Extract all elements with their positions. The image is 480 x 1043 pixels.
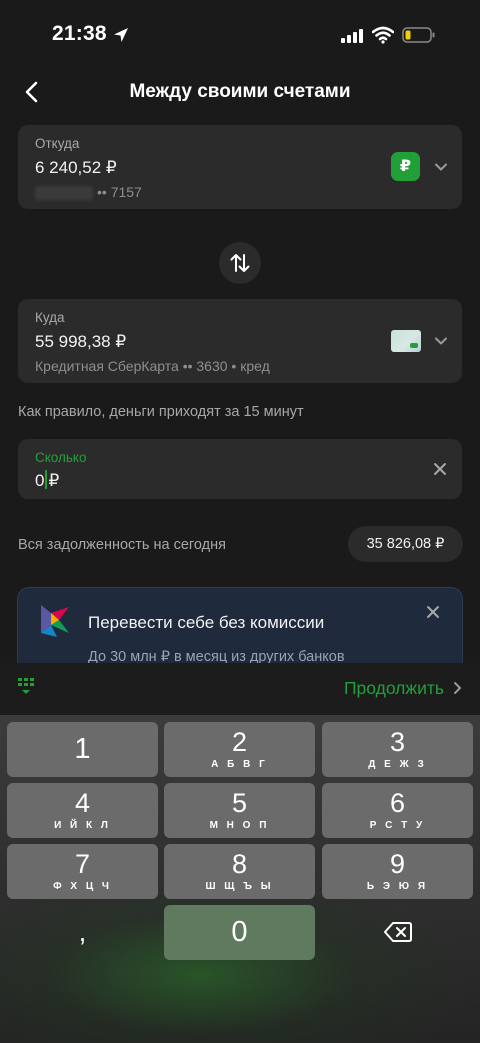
key-digit: 3 xyxy=(389,727,406,757)
continue-label: Продолжить xyxy=(343,677,444,698)
backspace-icon xyxy=(384,922,412,942)
amount-label: Сколько xyxy=(35,450,87,465)
amount-digits: 0 xyxy=(35,471,45,490)
key-5[interactable]: 5 М Н О П xyxy=(164,783,315,838)
key-letters: Ш Щ Ъ Ы xyxy=(205,881,274,892)
amount-input-field[interactable]: Сколько 0 ₽ xyxy=(18,439,462,499)
debt-label: Вся задолженность на сегодня xyxy=(18,537,226,553)
key-3[interactable]: 3 Д Е Ж З xyxy=(322,722,473,777)
promo-subtitle: До 30 млн ₽ в месяц из других банков xyxy=(88,649,345,663)
key-9[interactable]: 9 Ь Э Ю Я xyxy=(322,844,473,899)
key-1[interactable]: 1 xyxy=(7,722,158,777)
to-balance: 55 998,38 ₽ xyxy=(35,332,127,351)
key-2[interactable]: 2 А Б В Г xyxy=(164,722,315,777)
key-letters: Д Е Ж З xyxy=(368,759,427,770)
key-digit: 8 xyxy=(231,849,248,879)
ruble-account-icon: ₽ xyxy=(391,152,420,181)
wifi-icon xyxy=(372,26,394,44)
from-account-suffix: •• 7157 xyxy=(97,184,142,200)
key-6[interactable]: 6 Р С Т У xyxy=(322,783,473,838)
amount-value[interactable]: 0 ₽ xyxy=(35,470,59,491)
promo-title: Перевести себе без комиссии xyxy=(88,613,325,632)
keypad-toggle-icon[interactable] xyxy=(17,677,39,697)
to-label: Куда xyxy=(35,310,65,325)
to-account-details: Кредитная СберКарта •• 3630 • кред xyxy=(35,358,270,374)
blurred-account-name xyxy=(35,186,93,201)
location-arrow-icon xyxy=(114,28,128,42)
page-title: Между своими счетами xyxy=(129,81,351,102)
key-4[interactable]: 4 И Й К Л xyxy=(7,783,158,838)
key-digit: 9 xyxy=(389,849,406,879)
nav-header: Между своими счетами xyxy=(0,70,480,114)
key-comma-glyph: , xyxy=(78,917,87,947)
key-digit: 5 xyxy=(231,788,248,818)
from-label: Откуда xyxy=(35,136,80,151)
credit-card-thumbnail xyxy=(391,330,421,352)
key-digit: 6 xyxy=(389,788,406,818)
debt-amount-chip[interactable]: 35 826,08 ₽ xyxy=(348,526,463,562)
clear-icon[interactable] xyxy=(432,461,448,477)
battery-icon xyxy=(402,27,435,43)
status-bar: 21:38 xyxy=(0,0,480,70)
from-account-selector[interactable]: Откуда 6 240,52 ₽ •• 7157 ₽ xyxy=(18,125,462,209)
keyboard-accessory-bar: Продолжить xyxy=(0,663,480,715)
swap-arrows-icon xyxy=(230,254,250,272)
key-digit: 0 xyxy=(231,916,248,948)
swap-accounts-button[interactable] xyxy=(219,242,261,284)
key-letters: Ф Х Ц Ч xyxy=(53,881,112,892)
key-digit: 2 xyxy=(231,727,248,757)
amount-currency: ₽ xyxy=(48,471,60,490)
key-8[interactable]: 8 Ш Щ Ъ Ы xyxy=(164,844,315,899)
key-digit: 4 xyxy=(74,788,91,818)
sbp-logo-icon xyxy=(41,605,69,637)
key-letters: Ь Э Ю Я xyxy=(366,881,429,892)
key-letters: И Й К Л xyxy=(54,820,111,831)
from-account-number: •• 7157 xyxy=(35,184,142,201)
key-letters: М Н О П xyxy=(209,820,270,831)
promo-banner[interactable]: Перевести себе без комиссии До 30 млн ₽ … xyxy=(17,587,463,663)
key-7[interactable]: 7 Ф Х Ц Ч xyxy=(7,844,158,899)
key-comma[interactable]: , xyxy=(7,905,158,960)
to-account-selector[interactable]: Куда 55 998,38 ₽ Кредитная СберКарта •• … xyxy=(18,299,462,383)
key-letters: Р С Т У xyxy=(369,820,426,831)
key-0[interactable]: 0 xyxy=(164,905,315,960)
key-letters: А Б В Г xyxy=(211,759,268,770)
chevron-down-icon[interactable] xyxy=(433,159,449,175)
chevron-right-icon xyxy=(454,682,461,695)
promo-banner-viewport: Перевести себе без комиссии До 30 млн ₽ … xyxy=(0,587,480,663)
signal-icon xyxy=(341,29,363,43)
from-balance: 6 240,52 ₽ xyxy=(35,158,117,177)
close-icon[interactable] xyxy=(426,605,440,619)
continue-button[interactable]: Продолжить xyxy=(344,677,464,701)
numeric-keyboard: 1 2 А Б В Г 3 Д Е Ж З 4 И Й К Л 5 М Н О … xyxy=(0,715,480,1043)
key-digit: 7 xyxy=(74,849,91,879)
transfer-time-info: Как правило, деньги приходят за 15 минут xyxy=(18,404,304,420)
key-digit: 1 xyxy=(74,733,91,765)
status-time: 21:38 xyxy=(52,22,107,45)
key-backspace[interactable] xyxy=(322,905,473,960)
chevron-down-icon[interactable] xyxy=(433,333,449,349)
card-chip-mark xyxy=(410,343,418,348)
